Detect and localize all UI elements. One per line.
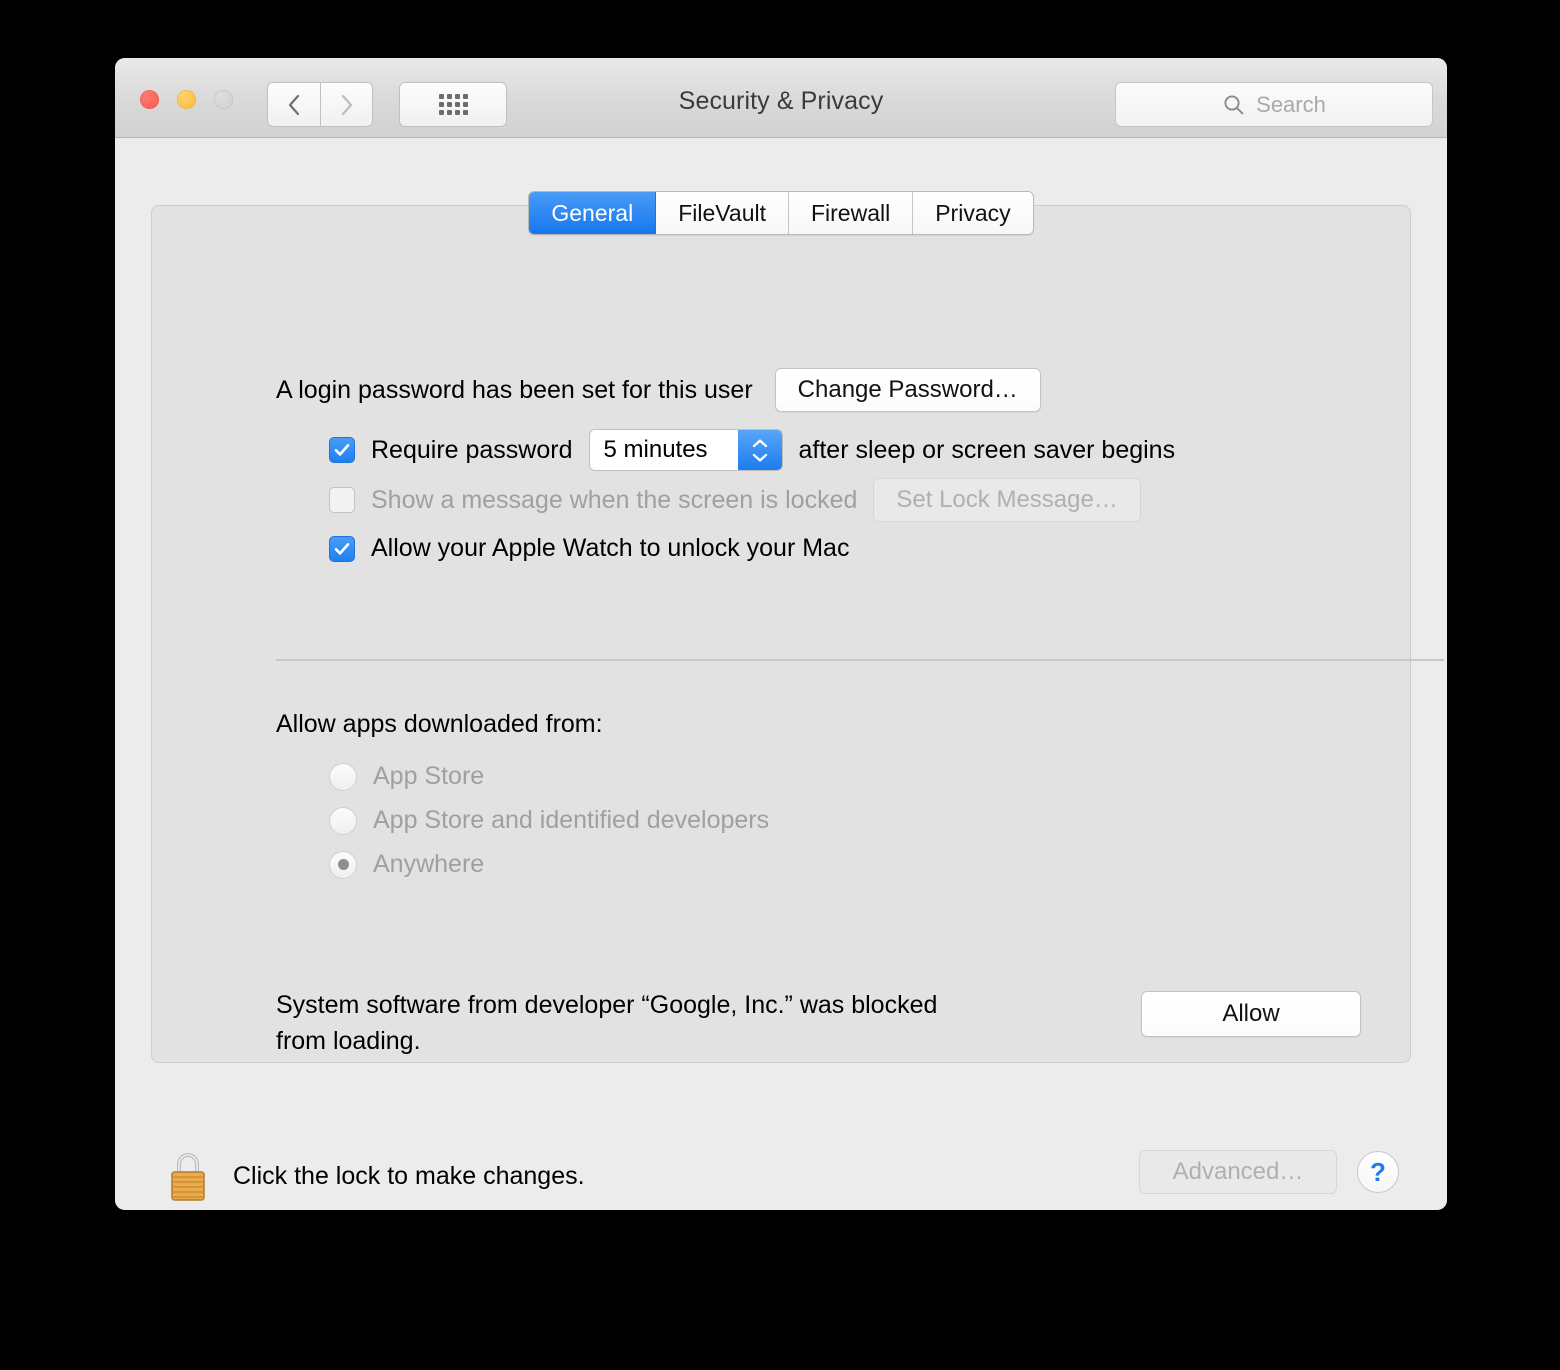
allow-button-wrapper: Allow <box>1141 991 1361 1037</box>
chevron-up-icon[interactable] <box>750 438 770 449</box>
checkmark-icon <box>334 542 350 555</box>
require-password-checkbox[interactable] <box>329 437 355 463</box>
lock-message-row: Show a message when the screen is locked… <box>329 478 1141 522</box>
search-placeholder: Search <box>1256 91 1326 117</box>
blocked-notice-line1: System software from developer “Google, … <box>276 991 938 1019</box>
section-divider <box>276 659 1444 661</box>
set-lock-message-button: Set Lock Message… <box>873 478 1141 522</box>
footer-button-group: Advanced… ? <box>1139 1150 1399 1194</box>
preferences-panel <box>151 205 1411 1063</box>
lock-hint-text: Click the lock to make changes. <box>233 1161 585 1190</box>
search-icon <box>1224 94 1244 114</box>
gatekeeper-option-app-store[interactable]: App Store <box>329 762 484 791</box>
login-password-row: A login password has been set for this u… <box>276 368 1041 412</box>
checkmark-icon <box>334 444 350 456</box>
show-lock-message-checkbox[interactable] <box>329 487 355 513</box>
window-titlebar: Security & Privacy Search <box>115 58 1447 138</box>
radio-selected-dot <box>337 859 349 870</box>
radio-anywhere-label: Anywhere <box>373 850 485 878</box>
require-password-row: Require password 5 minutes after sleep o… <box>329 429 1175 471</box>
chevron-down-icon[interactable] <box>750 452 770 463</box>
advanced-button: Advanced… <box>1139 1150 1337 1194</box>
gatekeeper-option-app-store-identified[interactable]: App Store and identified developers <box>329 806 769 835</box>
window-body: General FileVault Firewall Privacy A log… <box>115 138 1447 1209</box>
system-preferences-window: Security & Privacy Search General FileVa… <box>115 58 1447 1210</box>
search-field[interactable]: Search <box>1115 82 1433 127</box>
radio-app-store-identified-developers[interactable] <box>329 806 357 835</box>
help-button[interactable]: ? <box>1357 1151 1399 1193</box>
apple-watch-row: Allow your Apple Watch to unlock your Ma… <box>329 534 849 563</box>
screen: Security & Privacy Search General FileVa… <box>0 0 1560 1370</box>
change-password-button[interactable]: Change Password… <box>774 368 1041 412</box>
gatekeeper-heading-row: Allow apps downloaded from: <box>276 710 603 739</box>
require-password-label: Require password <box>371 435 573 464</box>
stepper-arrows[interactable] <box>737 430 782 470</box>
tab-privacy[interactable]: Privacy <box>913 192 1033 234</box>
allow-button[interactable]: Allow <box>1141 991 1361 1037</box>
lock-closed-icon[interactable] <box>165 1148 211 1204</box>
radio-app-store-label: App Store <box>373 762 485 790</box>
gatekeeper-heading: Allow apps downloaded from: <box>276 710 603 738</box>
login-password-text: A login password has been set for this u… <box>276 375 753 404</box>
tab-general[interactable]: General <box>529 192 657 234</box>
radio-app-store-identified-developers-label: App Store and identified developers <box>373 806 770 834</box>
require-password-suffix: after sleep or screen saver begins <box>798 435 1176 464</box>
tab-filevault[interactable]: FileVault <box>656 192 789 234</box>
require-password-delay-stepper[interactable]: 5 minutes <box>588 429 783 471</box>
blocked-notice-line2: from loading. <box>276 1026 421 1055</box>
tab-bar: General FileVault Firewall Privacy <box>115 191 1447 235</box>
require-password-delay-value: 5 minutes <box>589 430 738 470</box>
apple-watch-label: Allow your Apple Watch to unlock your Ma… <box>371 534 850 562</box>
radio-app-store[interactable] <box>329 762 357 791</box>
radio-anywhere[interactable] <box>329 850 357 879</box>
tab-firewall[interactable]: Firewall <box>788 192 914 234</box>
lock-row: Click the lock to make changes. <box>165 1148 585 1204</box>
apple-watch-checkbox[interactable] <box>329 535 355 562</box>
show-lock-message-label: Show a message when the screen is locked <box>371 485 858 514</box>
gatekeeper-option-anywhere[interactable]: Anywhere <box>329 850 484 879</box>
blocked-software-notice: System software from developer “Google, … <box>276 988 937 1059</box>
